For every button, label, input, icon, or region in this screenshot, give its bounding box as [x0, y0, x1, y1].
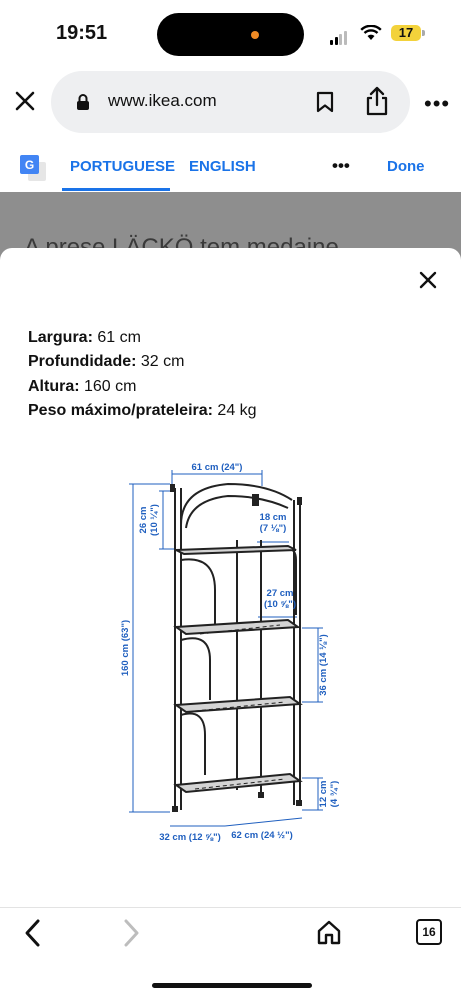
spec-label: Peso máximo/prateleira: — [28, 402, 213, 419]
share-icon[interactable] — [365, 86, 389, 121]
tabs-button[interactable]: 16 — [416, 919, 442, 945]
dim-top-section-cm: 26 cm — [138, 507, 149, 534]
spec-value: 24 kg — [212, 402, 257, 419]
spec-width: Largura: 61 cm — [28, 329, 141, 347]
status-time: 19:51 — [56, 22, 108, 44]
dim-bottom-clearance-in: (4 ¾") — [329, 781, 340, 808]
spec-label: Profundidade: — [28, 353, 137, 370]
privacy-indicator-dot — [251, 31, 259, 39]
wifi-icon — [360, 24, 382, 46]
spec-label: Largura: — [28, 329, 93, 346]
active-tab-underline — [62, 188, 170, 191]
dim-shelf-spacing: 36 cm (14 ⅛") — [318, 634, 329, 696]
more-options-icon[interactable]: ••• — [424, 91, 450, 117]
tab-english[interactable]: ENGLISH — [189, 158, 256, 175]
dim-top-section-in: (10 ¼") — [149, 504, 160, 536]
lock-icon — [76, 94, 90, 115]
shelf-dimension-diagram: 61 cm (24") 160 cm (63") 26 cm (10 ¼") 1… — [120, 462, 340, 843]
spec-value: 32 cm — [136, 353, 185, 370]
back-icon[interactable] — [22, 918, 44, 953]
home-icon[interactable] — [316, 919, 342, 950]
battery-tip — [422, 30, 425, 36]
sheet-close-icon[interactable] — [418, 270, 438, 295]
dim-height-label: 160 cm (63") — [120, 620, 131, 676]
translate-more-icon[interactable]: ••• — [332, 156, 350, 176]
done-button[interactable]: Done — [387, 158, 425, 175]
dim-width-label: 61 cm (24") — [192, 462, 243, 473]
cellular-signal-icon — [330, 27, 348, 45]
dim-top-shelf-depth-cm: 18 cm — [260, 512, 287, 523]
spec-label: Altura: — [28, 378, 80, 395]
dim-base-width-label: 62 cm (24 ½") — [231, 830, 293, 841]
spec-depth: Profundidade: 32 cm — [28, 353, 184, 371]
url-text[interactable]: www.ikea.com — [108, 91, 217, 111]
spec-value: 61 cm — [92, 329, 141, 346]
dim-shelf-depth-in: (10 ⅝") — [264, 599, 296, 610]
toolbar-divider — [0, 907, 461, 908]
dynamic-island — [157, 13, 304, 56]
spec-height: Altura: 160 cm — [28, 378, 136, 396]
svg-text:G: G — [25, 158, 34, 172]
address-bar[interactable] — [51, 71, 410, 133]
dim-bottom-clearance-cm: 12 cm — [318, 781, 329, 808]
spec-value: 160 cm — [79, 378, 137, 395]
tab-portuguese[interactable]: PORTUGUESE — [70, 158, 175, 175]
spec-max-load: Peso máximo/prateleira: 24 kg — [28, 402, 257, 420]
dim-top-shelf-depth-in: (7 ⅛") — [260, 523, 287, 534]
dim-depth-label: 32 cm (12 ⅝") — [159, 832, 221, 843]
battery-icon: 17 — [391, 25, 421, 41]
forward-icon[interactable] — [120, 918, 142, 953]
bookmark-icon[interactable] — [316, 91, 334, 118]
dim-shelf-depth-cm: 27 cm — [267, 588, 294, 599]
google-translate-icon[interactable]: G — [19, 154, 47, 187]
home-indicator — [152, 983, 312, 988]
close-icon[interactable] — [14, 90, 36, 117]
